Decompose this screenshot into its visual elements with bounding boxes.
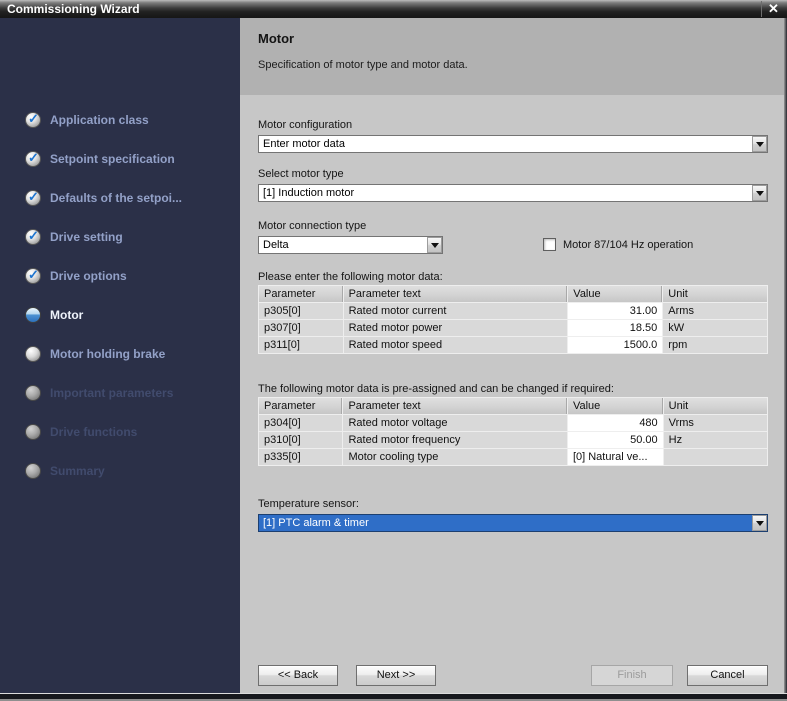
page-title: Motor — [258, 31, 294, 46]
sidebar-step-important-parameters: Important parameters — [25, 373, 236, 412]
parameter-text-cell: Rated motor speed — [344, 337, 568, 353]
sidebar-step-motor-holding-brake[interactable]: Motor holding brake — [25, 334, 236, 373]
page-subtitle: Specification of motor type and motor da… — [258, 59, 468, 71]
chevron-down-icon[interactable] — [752, 515, 767, 531]
step-check-icon — [25, 112, 41, 128]
commissioning-wizard-window: Commissioning Wizard ✕ Application class… — [0, 0, 787, 701]
temperature-sensor-dropdown[interactable]: [1] PTC alarm & timer — [258, 514, 768, 532]
finish-button: Finish — [591, 665, 673, 686]
temperature-sensor-value: [1] PTC alarm & timer — [263, 517, 369, 529]
parameter-text-cell: Rated motor frequency — [343, 432, 566, 448]
unit-cell: Vrms — [664, 415, 767, 431]
table2-caption: The following motor data is pre-assigned… — [258, 383, 614, 395]
parameter-cell: p305[0] — [259, 303, 343, 319]
column-header: Unit — [664, 398, 767, 414]
page-content: Motor configuration Enter motor data Sel… — [240, 95, 787, 693]
parameter-cell: p311[0] — [259, 337, 343, 353]
page-header: Motor Specification of motor type and mo… — [240, 18, 787, 95]
connection-type-dropdown[interactable]: Delta — [258, 236, 443, 254]
motor-type-value: [1] Induction motor — [263, 187, 354, 199]
sidebar-step-defaults-of-setpoint[interactable]: Defaults of the setpoi... — [25, 178, 236, 217]
table-row: p305[0] Rated motor current 31.00 Arms — [259, 303, 767, 319]
hz-operation-label: Motor 87/104 Hz operation — [563, 239, 693, 251]
motor-type-dropdown[interactable]: [1] Induction motor — [258, 184, 768, 202]
parameter-cell: p304[0] — [259, 415, 342, 431]
chevron-down-icon[interactable] — [752, 185, 767, 201]
chevron-down-icon[interactable] — [752, 136, 767, 152]
value-cell[interactable]: 50.00 — [568, 432, 663, 448]
column-header: Unit — [663, 286, 767, 302]
motor-type-label: Select motor type — [258, 168, 344, 180]
value-cell[interactable]: 31.00 — [568, 303, 662, 319]
table-header-row: Parameter Parameter text Value Unit — [259, 398, 767, 414]
parameter-text-cell: Motor cooling type — [343, 449, 566, 465]
column-header: Parameter text — [344, 286, 568, 302]
parameter-cell: p310[0] — [259, 432, 342, 448]
column-header: Value — [568, 286, 662, 302]
sidebar-step-motor[interactable]: Motor — [25, 295, 236, 334]
column-header: Parameter — [259, 398, 342, 414]
parameter-cell: p335[0] — [259, 449, 342, 465]
step-current-icon — [25, 307, 41, 323]
value-cell[interactable]: 1500.0 — [568, 337, 662, 353]
window-title: Commissioning Wizard — [7, 2, 140, 16]
motor-configuration-value: Enter motor data — [263, 138, 345, 150]
sidebar-step-drive-functions: Drive functions — [25, 412, 236, 451]
column-header: Value — [568, 398, 663, 414]
parameter-text-cell: Rated motor power — [344, 320, 568, 336]
step-check-icon — [25, 190, 41, 206]
unit-cell: rpm — [663, 337, 767, 353]
table1-caption: Please enter the following motor data: — [258, 271, 443, 283]
sidebar-step-drive-setting[interactable]: Drive setting — [25, 217, 236, 256]
step-disabled-icon — [25, 463, 41, 479]
table-row: p335[0] Motor cooling type [0] Natural v… — [259, 449, 767, 465]
step-check-icon — [25, 268, 41, 284]
hz-operation-checkbox[interactable] — [543, 238, 556, 251]
parameter-text-cell: Rated motor current — [344, 303, 568, 319]
table-row: p311[0] Rated motor speed 1500.0 rpm — [259, 337, 767, 353]
value-cell[interactable]: 18.50 — [568, 320, 662, 336]
step-disabled-icon — [25, 424, 41, 440]
motor-data-preassigned-table: Parameter Parameter text Value Unit p304… — [258, 397, 768, 466]
column-header: Parameter — [259, 286, 343, 302]
unit-cell: Arms — [663, 303, 767, 319]
unit-cell: Hz — [664, 432, 767, 448]
wizard-step-list: Application class Setpoint specification… — [25, 100, 236, 490]
step-check-icon — [25, 151, 41, 167]
step-pending-icon — [25, 346, 41, 362]
motor-data-entry-table: Parameter Parameter text Value Unit p305… — [258, 285, 768, 354]
connection-type-value: Delta — [263, 239, 289, 251]
chevron-down-icon[interactable] — [427, 237, 442, 253]
sidebar-step-drive-options[interactable]: Drive options — [25, 256, 236, 295]
cancel-button[interactable]: Cancel — [687, 665, 768, 686]
temperature-sensor-label: Temperature sensor: — [258, 498, 359, 510]
column-header: Parameter text — [343, 398, 566, 414]
motor-configuration-label: Motor configuration — [258, 119, 352, 131]
motor-configuration-dropdown[interactable]: Enter motor data — [258, 135, 768, 153]
table-row: p307[0] Rated motor power 18.50 kW — [259, 320, 767, 336]
value-cell[interactable]: [0] Natural ve... — [568, 449, 663, 465]
wizard-step-sidebar: Application class Setpoint specification… — [0, 18, 240, 693]
title-bar[interactable]: Commissioning Wizard ✕ — [0, 0, 787, 18]
unit-cell: kW — [663, 320, 767, 336]
unit-cell — [664, 449, 767, 465]
table-header-row: Parameter Parameter text Value Unit — [259, 286, 767, 302]
sidebar-step-setpoint-specification[interactable]: Setpoint specification — [25, 139, 236, 178]
close-icon[interactable]: ✕ — [761, 1, 785, 17]
connection-type-label: Motor connection type — [258, 220, 366, 232]
sidebar-step-summary: Summary — [25, 451, 236, 490]
parameter-cell: p307[0] — [259, 320, 343, 336]
step-check-icon — [25, 229, 41, 245]
back-button[interactable]: << Back — [258, 665, 338, 686]
sidebar-step-application-class[interactable]: Application class — [25, 100, 236, 139]
step-disabled-icon — [25, 385, 41, 401]
window-bottom-border — [0, 693, 787, 701]
table-row: p304[0] Rated motor voltage 480 Vrms — [259, 415, 767, 431]
parameter-text-cell: Rated motor voltage — [343, 415, 566, 431]
table-row: p310[0] Rated motor frequency 50.00 Hz — [259, 432, 767, 448]
value-cell[interactable]: 480 — [568, 415, 663, 431]
next-button[interactable]: Next >> — [356, 665, 436, 686]
